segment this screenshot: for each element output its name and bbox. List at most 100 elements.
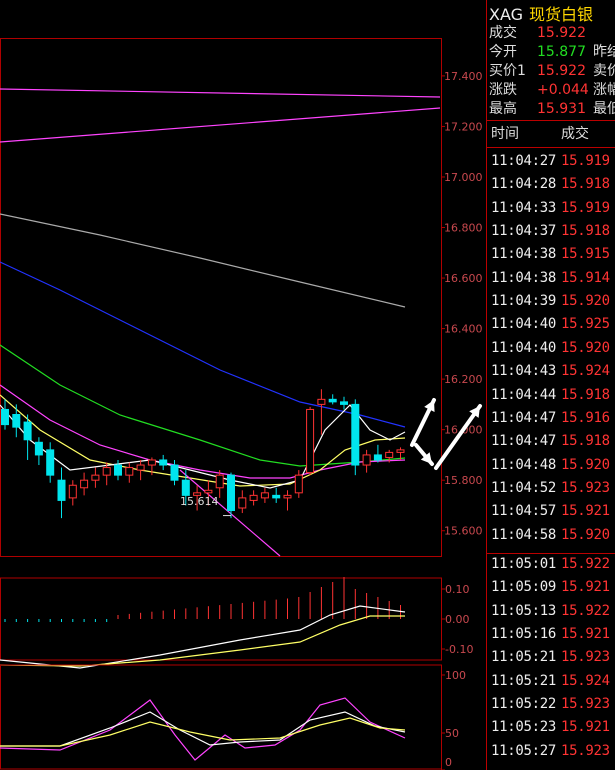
- tick-time: 11:04:38: [491, 269, 557, 286]
- tick-row[interactable]: 11:04:38 15.915: [491, 243, 610, 266]
- quote-label-secondary: 最低: [593, 101, 615, 117]
- tick-row[interactable]: 11:04:33 15.919: [491, 197, 610, 220]
- tick-row[interactable]: 11:04:40 15.925: [491, 313, 610, 336]
- kdj-axis-label: 100: [445, 669, 466, 682]
- candle-body: [46, 449, 55, 476]
- tick-time: 11:04:48: [491, 456, 557, 473]
- tick-time: 11:04:47: [491, 433, 557, 450]
- quote-row: 最高 15.931 最低: [489, 100, 615, 118]
- tick-price: 15.924: [561, 363, 610, 380]
- tick-row[interactable]: 11:05:21 15.923: [491, 646, 610, 669]
- price-axis-label: 15.600: [444, 525, 483, 538]
- tick-row[interactable]: 11:04:39 15.920: [491, 290, 610, 313]
- price-axis-label: 17.000: [444, 171, 483, 184]
- tick-price: 15.919: [561, 153, 610, 169]
- tick-row[interactable]: 11:04:48 15.920: [491, 454, 610, 477]
- tick-row[interactable]: 11:04:27 15.919: [491, 150, 610, 173]
- candle-body: [125, 467, 134, 476]
- tick-row[interactable]: 11:05:13 15.922: [491, 600, 610, 623]
- candle-body: [80, 479, 89, 489]
- tick-row[interactable]: 11:04:43 15.924: [491, 360, 610, 383]
- tick-price: 15.920: [561, 526, 610, 543]
- tick-price: 15.922: [561, 602, 610, 619]
- tick-time: 11:04:40: [491, 316, 557, 333]
- tick-time: 11:05:13: [491, 602, 557, 619]
- tick-price: 15.923: [561, 649, 610, 666]
- tick-price: 15.922: [561, 555, 610, 572]
- candle-body: [57, 479, 66, 501]
- instrument-title: XAG 现货白银: [489, 1, 593, 25]
- tick-price: 15.923: [561, 696, 610, 713]
- tick-list-header: 时间 成交: [487, 123, 615, 145]
- divider: [487, 553, 615, 554]
- tick-row[interactable]: 11:04:47 15.918: [491, 430, 610, 453]
- tick-price: 15.921: [561, 503, 610, 520]
- tick-price: 15.923: [561, 742, 610, 759]
- quote-value: 15.931: [537, 101, 586, 117]
- quote-label: 成交: [489, 25, 517, 41]
- tick-row[interactable]: 11:04:52 15.923: [491, 477, 610, 500]
- instrument-name: 现货白银: [529, 5, 594, 24]
- candle-body: [249, 494, 258, 501]
- tick-row[interactable]: 11:04:28 15.918: [491, 173, 610, 196]
- tick-price: 15.921: [561, 719, 610, 736]
- candle-body: [23, 421, 32, 441]
- tick-row[interactable]: 11:04:47 15.916: [491, 407, 610, 430]
- candle-body: [283, 494, 292, 499]
- kdj-axis-label: 0: [445, 756, 452, 769]
- price-axis-label: 17.400: [444, 70, 483, 83]
- price-axis-label: 16.600: [444, 272, 483, 285]
- tick-price: 15.920: [561, 339, 610, 356]
- tick-time: 11:05:09: [491, 579, 557, 596]
- candle-body: [362, 454, 371, 466]
- macd-axis-label: -0.10: [445, 643, 473, 656]
- tick-time: 11:04:33: [491, 199, 557, 216]
- tick-price: 15.924: [561, 672, 610, 689]
- tick-row[interactable]: 11:05:01 15.922: [491, 553, 610, 576]
- candle-body: [396, 449, 405, 453]
- macd-panel-frame: [0, 577, 442, 661]
- tick-row[interactable]: 11:05:23 15.921: [491, 716, 610, 739]
- tick-time: 11:04:43: [491, 363, 557, 380]
- tick-row[interactable]: 11:04:57 15.921: [491, 500, 610, 523]
- tick-row[interactable]: 11:05:21 15.924: [491, 670, 610, 693]
- quote-label: 涨跌: [489, 82, 517, 98]
- tick-price: 15.918: [561, 176, 610, 193]
- ma-line-magenta-upper-2: [0, 107, 441, 143]
- tick-row[interactable]: 11:05:27 15.923: [491, 740, 610, 763]
- tick-time: 11:05:16: [491, 626, 557, 642]
- tick-price: 15.919: [561, 199, 610, 216]
- tick-price: 15.918: [561, 386, 610, 403]
- tick-time: 11:05:23: [491, 719, 557, 736]
- tick-time: 11:04:44: [491, 386, 557, 403]
- quote-row: 今开 15.877 昨结: [489, 43, 615, 61]
- low-price-label: 15.614: [180, 495, 219, 508]
- candle-body: [136, 464, 145, 471]
- tick-row[interactable]: 11:05:09 15.921: [491, 576, 610, 599]
- quote-label: 买价1: [489, 63, 526, 79]
- tick-row[interactable]: 11:05:16 15.921: [491, 623, 610, 646]
- candle-body: [68, 484, 77, 499]
- tick-row[interactable]: 11:04:44 15.918: [491, 384, 610, 407]
- tick-time: 11:04:28: [491, 176, 557, 193]
- tick-time: 11:04:57: [491, 503, 557, 520]
- tick-row[interactable]: 11:04:37 15.918: [491, 220, 610, 243]
- tick-row[interactable]: 11:05:22 15.923: [491, 693, 610, 716]
- tick-price: 15.923: [561, 479, 610, 496]
- quote-value: 15.922: [537, 63, 586, 79]
- kdj-axis-label: 50: [445, 727, 459, 740]
- tick-row[interactable]: 11:04:58 15.920: [491, 524, 610, 547]
- tick-time: 11:04:39: [491, 293, 557, 310]
- candle-body: [294, 474, 303, 494]
- candle-body: [306, 408, 315, 474]
- kline-chart[interactable]: 17.400 17.200 17.000 16.800 16.600 16.400 16.2…: [0, 0, 486, 770]
- quote-label: 最高: [489, 101, 517, 117]
- candle-body: [1, 408, 9, 426]
- candle-body: [272, 494, 281, 499]
- price-column-header: 成交: [561, 126, 589, 142]
- tick-row[interactable]: 11:04:40 15.920: [491, 337, 610, 360]
- price-axis-label: 16.800: [444, 222, 483, 235]
- tick-price: 15.914: [561, 269, 610, 286]
- tick-row[interactable]: 11:04:38 15.914: [491, 267, 610, 290]
- chart-canvas[interactable]: 17.400 17.200 17.000 16.800 16.600 16.400 16.2…: [0, 0, 486, 770]
